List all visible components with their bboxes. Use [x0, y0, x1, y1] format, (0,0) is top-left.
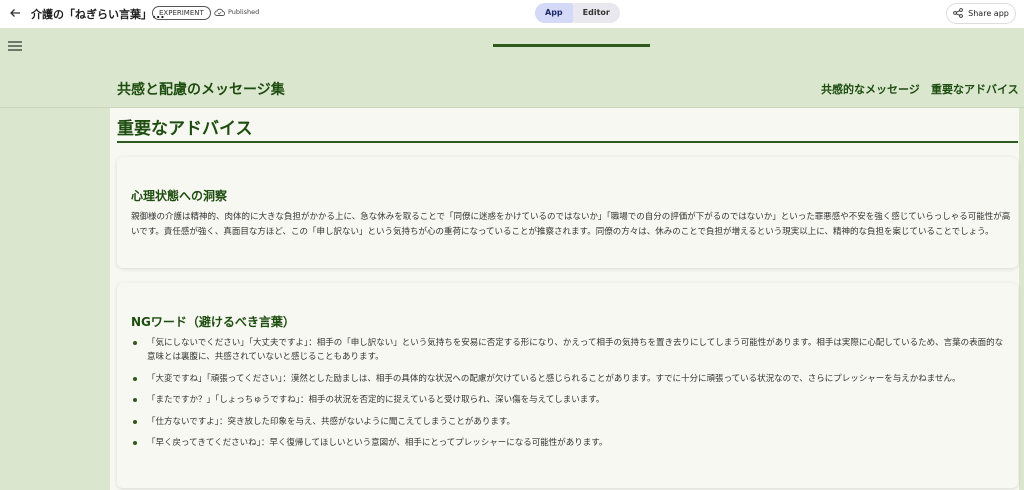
- toolbar-band: [0, 28, 1024, 64]
- ng-words-card: NGワード（避けるべき言葉） 「気にしないでください」「大丈夫ですよ」：相手の「…: [117, 283, 1018, 488]
- publish-status-label: Published: [228, 8, 260, 16]
- ng-words-list: 「気にしないでください」「大丈夫ですよ」：相手の「申し訳ない」という気持ちを安易…: [131, 336, 1011, 458]
- share-icon: [953, 7, 964, 20]
- insight-card-body: 親御様の介護は精神的、肉体的に大きな負担がかかる上に、急な休みを取ることで「同僚…: [131, 212, 1011, 237]
- nav-link-important-advice[interactable]: 重要なアドバイス: [931, 81, 1019, 97]
- tab-app[interactable]: App: [535, 3, 573, 23]
- site-title: 共感と配慮のメッセージ集: [117, 82, 285, 98]
- cloud-done-icon: [214, 8, 226, 16]
- scroll-indicator: [493, 44, 650, 47]
- menu-icon[interactable]: [8, 41, 22, 51]
- list-item: 「またですか？」「しょっちゅうですね」：相手の状況を否定的に捉えていると受け取ら…: [131, 393, 1011, 407]
- list-item: 「仕方ないですよ」：突き放した印象を与え、共感がないように聞こえてしまうことがあ…: [131, 415, 1011, 429]
- site-header: 共感と配慮のメッセージ集 共感的なメッセージ 重要なアドバイス: [0, 64, 1024, 108]
- ng-words-card-heading: NGワード（避けるべき言葉）: [131, 315, 295, 329]
- section-title: 重要なアドバイス: [117, 119, 253, 139]
- app-title: 介護の「ねぎらい言葉」...: [31, 8, 165, 21]
- view-toggle: App Editor: [535, 3, 620, 23]
- right-margin: [1019, 108, 1024, 490]
- section-divider: [117, 141, 1018, 143]
- left-margin: [0, 108, 110, 490]
- share-app-button[interactable]: Share app: [946, 3, 1016, 24]
- list-item: 「早く戻ってきてくださいね」：早く復帰してほしいという意図が、相手にとってプレッ…: [131, 436, 1011, 450]
- top-bar: 介護の「ねぎらい言葉」... EXPERIMENT Published App …: [0, 0, 1024, 28]
- list-item: 「気にしないでください」「大丈夫ですよ」：相手の「申し訳ない」という気持ちを安易…: [131, 336, 1011, 364]
- insight-card-heading: 心理状態への洞察: [131, 189, 228, 203]
- back-arrow-icon[interactable]: [6, 4, 24, 22]
- nav-link-empathy-messages[interactable]: 共感的なメッセージ: [821, 81, 920, 97]
- insight-card: 心理状態への洞察 親御様の介護は精神的、肉体的に大きな負担がかかる上に、急な休み…: [117, 157, 1018, 268]
- share-app-label: Share app: [968, 9, 1009, 18]
- tab-editor[interactable]: Editor: [572, 3, 620, 23]
- list-item: 「大変ですね」「頑張ってください」：漠然とした励ましは、相手の具体的な状況への配…: [131, 372, 1011, 386]
- publish-status: Published: [214, 8, 259, 16]
- experiment-badge: EXPERIMENT: [152, 6, 211, 20]
